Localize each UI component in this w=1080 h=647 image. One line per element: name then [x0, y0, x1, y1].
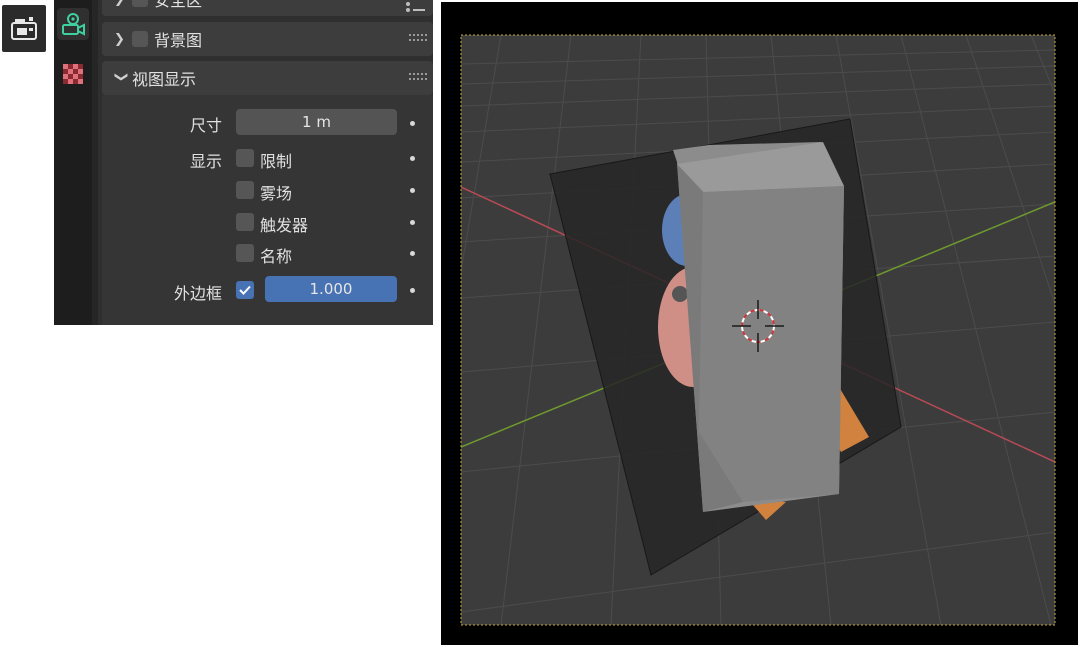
- section-viewport-display-header[interactable]: ❯ 视图显示: [102, 61, 433, 95]
- size-label: 尺寸: [189, 116, 222, 135]
- chevron-right-icon: ❯: [114, 0, 132, 7]
- checker-texture-icon: [63, 64, 83, 84]
- properties-tab-column: [54, 0, 92, 325]
- camera-tool-button[interactable]: [2, 5, 46, 52]
- panel-scrollbar[interactable]: [92, 0, 98, 325]
- show-mist-checkbox[interactable]: [236, 181, 254, 199]
- check-icon: [239, 285, 251, 295]
- show-sensor-label: 触发器: [260, 216, 309, 235]
- chevron-down-icon: ❯: [113, 71, 129, 82]
- chevron-right-icon: ❯: [114, 31, 125, 47]
- box-front-face: [699, 186, 844, 502]
- keyframe-dot[interactable]: [410, 156, 415, 161]
- section-background-label: 背景图: [154, 31, 203, 50]
- 3d-viewport[interactable]: [441, 2, 1078, 645]
- show-mist-label: 雾场: [260, 184, 293, 203]
- show-sensor-checkbox[interactable]: [236, 213, 254, 231]
- size-field[interactable]: 1 m: [236, 109, 397, 135]
- viewport-canvas[interactable]: [441, 2, 1078, 645]
- section-safe-area-header[interactable]: ❯ 安全区: [102, 0, 433, 16]
- tab-texture[interactable]: [57, 58, 89, 90]
- keyframe-dot[interactable]: [410, 288, 415, 293]
- section-safe-area-label: 安全区: [154, 0, 203, 10]
- section-viewport-display-label: 视图显示: [132, 70, 197, 89]
- character-eye: [672, 286, 688, 302]
- keyframe-dot[interactable]: [410, 220, 415, 225]
- show-name-label: 名称: [260, 247, 293, 266]
- properties-content: ❯ 安全区 ❯ 背景图 ❯ 视图显示: [102, 0, 433, 325]
- safe-area-checkbox[interactable]: [132, 0, 148, 7]
- passepartout-alpha-field[interactable]: 1.000: [265, 276, 397, 302]
- section-background-header[interactable]: ❯ 背景图: [102, 22, 433, 56]
- passepartout-checkbox[interactable]: [236, 281, 254, 299]
- keyframe-dot[interactable]: [410, 251, 415, 256]
- keyframe-dot[interactable]: [410, 121, 415, 126]
- show-limits-label: 限制: [260, 152, 293, 171]
- show-label: 显示: [189, 152, 222, 171]
- show-name-checkbox[interactable]: [236, 244, 254, 262]
- properties-panel: ❯ 安全区 ❯ 背景图 ❯ 视图显示: [54, 0, 433, 325]
- camera-object-icon: [62, 13, 85, 36]
- background-checkbox[interactable]: [132, 31, 148, 47]
- passepartout-label: 外边框: [173, 284, 222, 303]
- camera-icon: [11, 16, 37, 40]
- show-limits-checkbox[interactable]: [236, 149, 254, 167]
- tab-scene[interactable]: [57, 8, 89, 40]
- viewport-display-body: 尺寸 1 m 显示 限制 雾场 触发器 名称 外边框 1.000: [102, 95, 433, 325]
- preset-icon: [406, 2, 425, 12]
- drag-handle-icon[interactable]: [409, 34, 427, 42]
- keyframe-dot[interactable]: [410, 188, 415, 193]
- drag-handle-icon[interactable]: [409, 73, 427, 81]
